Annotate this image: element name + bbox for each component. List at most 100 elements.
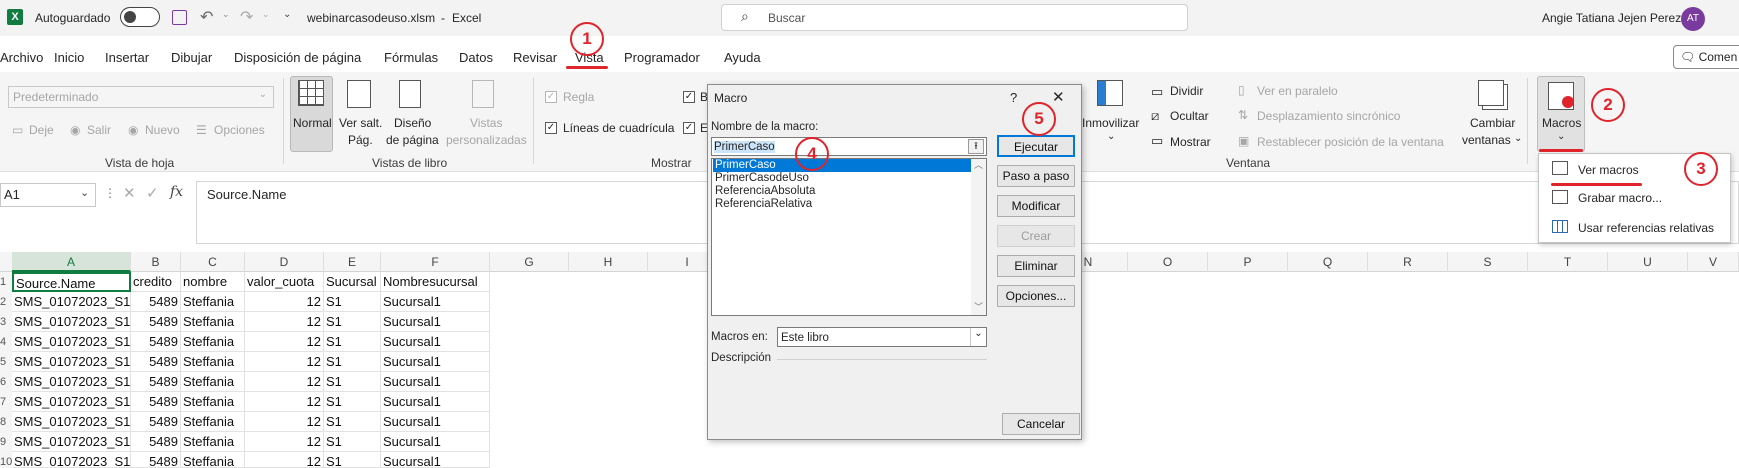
macros-in-select[interactable]: Este libro ⌄ (777, 327, 987, 347)
table-cell[interactable]: 5489 (131, 352, 181, 372)
table-cell[interactable]: Sucursal1 (381, 392, 490, 412)
table-cell[interactable]: valor_cuota (245, 272, 324, 292)
list-item[interactable]: PrimerCasodeUso (713, 172, 971, 185)
tab-revisar[interactable]: Revisar (513, 50, 557, 65)
table-cell[interactable]: 12 (245, 352, 324, 372)
row-header[interactable]: 10 (0, 452, 12, 468)
split-button[interactable]: Dividir (1170, 84, 1203, 98)
column-header[interactable]: F (381, 252, 490, 272)
table-cell[interactable]: Steffania (181, 412, 245, 432)
column-header[interactable]: C (181, 252, 245, 272)
table-cell[interactable]: SMS_01072023_S1 (12, 312, 131, 332)
table-cell[interactable]: 12 (245, 412, 324, 432)
row-header[interactable]: 2 (0, 292, 12, 312)
gridlines-checkbox[interactable]: ✓ (545, 122, 557, 134)
menu-item-relative-refs[interactable]: Usar referencias relativas (1578, 221, 1714, 235)
redo-icon[interactable]: ↷ (240, 7, 253, 27)
table-cell[interactable]: Steffania (181, 392, 245, 412)
table-cell[interactable]: Sucursal (324, 272, 381, 292)
table-cell[interactable]: S1 (324, 312, 381, 332)
row-header[interactable]: 8 (0, 412, 12, 432)
table-cell[interactable]: 5489 (131, 412, 181, 432)
row-header[interactable]: 9 (0, 432, 12, 452)
table-cell[interactable]: SMS_01072023_S1 (12, 452, 131, 468)
enter-formula-icon[interactable]: ✓ (146, 184, 159, 202)
column-header[interactable]: P (1208, 252, 1288, 272)
headings-checkbox[interactable]: ✓ (683, 122, 695, 134)
table-cell[interactable]: 12 (245, 452, 324, 468)
list-item[interactable]: ReferenciaAbsoluta (713, 185, 971, 198)
table-cell[interactable]: 5489 (131, 372, 181, 392)
table-cell[interactable]: 5489 (131, 392, 181, 412)
column-header[interactable]: G (490, 252, 569, 272)
more-icon[interactable]: ⋮ (104, 186, 116, 200)
column-header[interactable]: O (1128, 252, 1208, 272)
table-cell[interactable]: SMS_01072023_S1 (12, 392, 131, 412)
scroll-down-icon[interactable]: ﹀ (974, 300, 983, 313)
table-cell[interactable]: Nombresucursal (381, 272, 490, 292)
tab-formulas[interactable]: Fórmulas (384, 50, 438, 65)
tab-datos[interactable]: Datos (459, 50, 493, 65)
row-header[interactable]: 5 (0, 352, 12, 372)
table-cell[interactable]: Steffania (181, 452, 245, 468)
autosave-toggle[interactable] (120, 7, 160, 27)
tab-programador[interactable]: Programador (624, 50, 700, 65)
insert-function-icon[interactable]: fx (170, 184, 183, 200)
table-cell[interactable]: Steffania (181, 432, 245, 452)
table-cell[interactable]: SMS_01072023_S1 (12, 412, 131, 432)
list-item[interactable]: ReferenciaRelativa (713, 198, 971, 211)
dialog-help-button[interactable]: ? (1010, 90, 1017, 105)
tab-dibujar[interactable]: Dibujar (171, 50, 212, 65)
freeze-panes-button[interactable]: Inmovilizar (1082, 116, 1139, 130)
table-cell[interactable]: Steffania (181, 312, 245, 332)
create-button[interactable]: Crear (997, 225, 1075, 247)
column-header[interactable]: B (131, 252, 181, 272)
tab-disposicion[interactable]: Disposición de página (234, 50, 361, 65)
table-cell[interactable]: S1 (324, 452, 381, 468)
page-break-label-1[interactable]: Ver salt. (339, 116, 382, 130)
table-cell[interactable]: Sucursal1 (381, 332, 490, 352)
column-header[interactable]: E (324, 252, 381, 272)
reset-position-button[interactable]: Restablecer posición de la ventana (1257, 135, 1444, 149)
table-cell[interactable]: 5489 (131, 432, 181, 452)
table-cell[interactable]: Sucursal1 (381, 412, 490, 432)
table-cell[interactable]: credito (131, 272, 181, 292)
formula-bar-checkbox[interactable]: ✓ (683, 91, 695, 103)
tab-ayuda[interactable]: Ayuda (724, 50, 761, 65)
column-header[interactable]: R (1368, 252, 1448, 272)
table-cell[interactable]: SMS_01072023_S1 (12, 432, 131, 452)
table-cell[interactable]: S1 (324, 432, 381, 452)
column-header[interactable]: V (1688, 252, 1739, 272)
table-cell[interactable]: 12 (245, 312, 324, 332)
column-header[interactable]: U (1608, 252, 1688, 272)
select-from-list-button[interactable]: ⭱ (968, 139, 984, 154)
avatar[interactable]: AT (1681, 7, 1705, 31)
column-header[interactable]: T (1528, 252, 1608, 272)
step-into-button[interactable]: Paso a paso (997, 165, 1075, 187)
comments-button[interactable]: 🗨 Comen (1673, 45, 1739, 69)
macro-name-input[interactable]: PrimerCaso (711, 137, 987, 156)
cancel-formula-icon[interactable]: ✕ (123, 184, 136, 202)
options-button[interactable]: Opciones... (997, 285, 1075, 307)
save-icon[interactable] (172, 10, 187, 25)
table-cell[interactable]: 5489 (131, 292, 181, 312)
hide-button[interactable]: Ocultar (1170, 109, 1209, 123)
tab-insertar[interactable]: Insertar (105, 50, 149, 65)
switch-windows-label-1[interactable]: Cambiar (1470, 116, 1515, 130)
table-cell[interactable]: SMS_01072023_S1 (12, 332, 131, 352)
exit-button[interactable]: Salir (87, 123, 111, 137)
table-cell[interactable]: S1 (324, 412, 381, 432)
switch-windows-label-2[interactable]: ventanas (1462, 133, 1511, 147)
table-cell[interactable]: Sucursal1 (381, 292, 490, 312)
redo-dropdown-icon[interactable]: ⌄ (262, 9, 270, 20)
column-header[interactable]: Q (1288, 252, 1368, 272)
page-layout-label-1[interactable]: Diseño (394, 116, 431, 130)
table-cell[interactable]: Steffania (181, 352, 245, 372)
column-header[interactable]: D (245, 252, 324, 272)
table-cell[interactable]: Sucursal1 (381, 372, 490, 392)
custom-views-label-1[interactable]: Vistas (470, 116, 502, 130)
sheet-view-select[interactable]: Predeterminado ⌄ (8, 86, 274, 108)
row-header[interactable]: 1 (0, 272, 12, 292)
table-cell[interactable]: Steffania (181, 332, 245, 352)
tab-archivo[interactable]: Archivo (0, 50, 43, 65)
